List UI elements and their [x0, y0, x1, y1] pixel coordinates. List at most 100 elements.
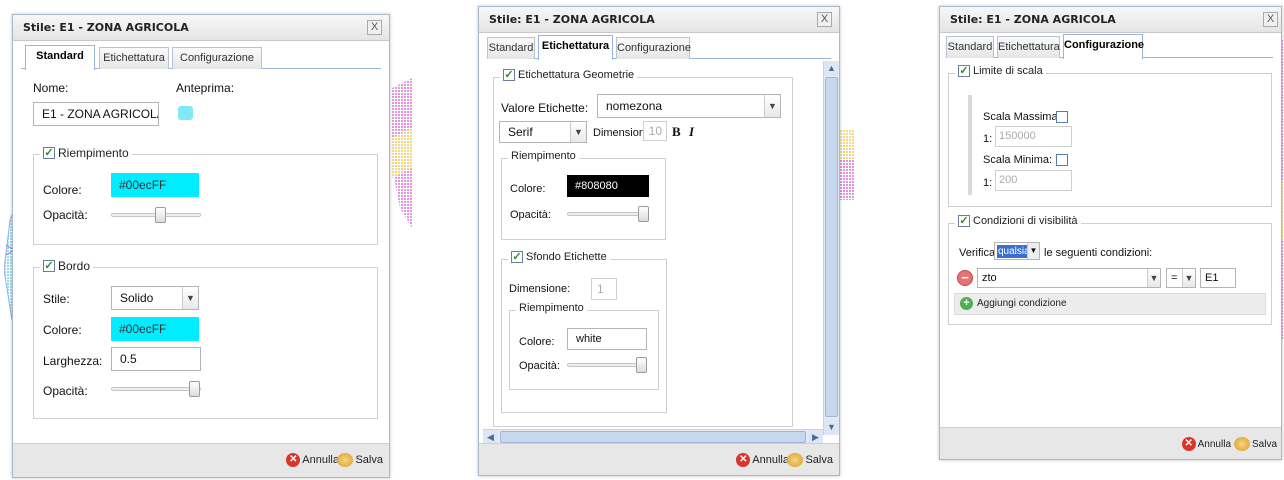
salva-button[interactable]: Salva	[1233, 437, 1277, 451]
font-select[interactable]: Serif ▼	[499, 121, 587, 143]
sfondo-opacity-slider[interactable]	[567, 357, 647, 373]
checkbox-icon[interactable]: ✓	[43, 260, 55, 272]
slider-thumb[interactable]	[638, 206, 649, 222]
dialog-titlebar: Stile: E1 - ZONA AGRICOLA X	[940, 7, 1281, 33]
slider-thumb[interactable]	[636, 357, 647, 373]
verifica-label: Verifica	[959, 247, 996, 259]
aggiungi-condizione-label: Aggiungi condizione	[977, 298, 1067, 309]
riempimento-color-field[interactable]: #00ecFF	[111, 173, 199, 197]
tab-configurazione[interactable]: Configurazione	[1063, 34, 1144, 59]
horizontal-scrollbar[interactable]: ◀ ▶	[483, 429, 823, 445]
chevron-down-icon[interactable]: ▼	[1027, 243, 1039, 259]
bordo-opacity-slider[interactable]	[111, 381, 201, 397]
condition-operator-select[interactable]: = ▼	[1166, 268, 1196, 288]
salva-button[interactable]: Salva	[787, 453, 833, 467]
tab-etichettatura[interactable]: Etichettatura	[99, 47, 169, 69]
sfondo-color-field[interactable]: white	[567, 328, 647, 350]
slider-thumb[interactable]	[189, 381, 200, 397]
tab-etichettatura[interactable]: Etichettatura	[538, 35, 613, 60]
tab-strip: Standard Etichettatura Configurazione	[21, 45, 381, 70]
stile-label: Stile:	[43, 292, 70, 306]
riempimento-legend[interactable]: ✓ Riempimento	[40, 146, 132, 160]
close-icon[interactable]: X	[817, 12, 832, 27]
verifica-select-value: qualsia	[997, 245, 1031, 258]
riempimento-opacity-slider[interactable]	[567, 206, 649, 222]
checkbox-icon[interactable]: ✓	[958, 65, 970, 77]
condizioni-legend[interactable]: ✓ Condizioni di visibilità	[955, 215, 1081, 227]
nome-label: Nome:	[33, 81, 69, 95]
italic-button[interactable]: I	[689, 124, 694, 140]
tab-configurazione[interactable]: Configurazione	[616, 37, 691, 59]
limite-scala-legend[interactable]: ✓ Limite di scala	[955, 65, 1046, 77]
bordo-color-field[interactable]: #00ecFF	[111, 317, 199, 341]
tab-standard[interactable]: Standard	[25, 45, 95, 70]
larghezza-label: Larghezza:	[43, 354, 103, 368]
sfondo-dimensione-input[interactable]: 1	[591, 278, 617, 300]
dialog-title: Stile: E1 - ZONA AGRICOLA	[23, 21, 189, 34]
style-dialog-etichettatura: Stile: E1 - ZONA AGRICOLA X Standard Eti…	[478, 6, 840, 476]
dialog-footer: ✕ Annulla Salva	[940, 427, 1281, 459]
condition-field-select[interactable]: zto ▼	[977, 268, 1161, 288]
slider-track	[567, 363, 647, 367]
scala-minima-input[interactable]: 200	[995, 170, 1072, 191]
aggiungi-condizione-button[interactable]: + Aggiungi condizione	[960, 297, 1067, 310]
remove-condition-icon[interactable]: −	[957, 270, 973, 286]
annulla-button[interactable]: ✕ Annulla	[736, 453, 789, 467]
nome-input[interactable]: E1 - ZONA AGRICOLA	[33, 102, 159, 126]
stile-select-value: Solido	[120, 291, 154, 305]
tab-standard[interactable]: Standard	[487, 37, 535, 59]
tab-etichettatura[interactable]: Etichettatura	[997, 36, 1060, 58]
sfondo-etichette-legend-text: Sfondo Etichette	[526, 251, 607, 263]
salva-label: Salva	[1251, 438, 1277, 450]
scala-massima-prefix: 1:	[983, 133, 993, 145]
scala-minima-checkbox[interactable]	[1056, 154, 1068, 166]
verifica-select[interactable]: qualsia ▼	[994, 242, 1040, 260]
bordo-legend[interactable]: ✓ Bordo	[40, 259, 94, 273]
annulla-button[interactable]: ✕ Annulla	[1181, 437, 1231, 451]
close-icon[interactable]: X	[1263, 12, 1278, 27]
chevron-down-icon[interactable]: ▼	[1182, 269, 1195, 287]
stile-select[interactable]: Solido ▼	[111, 286, 199, 310]
tab-strip: Standard Etichettatura Configurazione	[487, 35, 831, 60]
bold-button[interactable]: B	[672, 124, 681, 140]
colore-label: Colore:	[43, 183, 82, 197]
salva-label: Salva	[355, 454, 383, 466]
annulla-button[interactable]: ✕ Annulla	[286, 453, 339, 467]
salva-button[interactable]: Salva	[337, 453, 383, 467]
vertical-scrollbar[interactable]: ▲ ▼	[823, 61, 839, 435]
larghezza-input[interactable]: 0.5	[111, 347, 201, 371]
dialog-titlebar: Stile: E1 - ZONA AGRICOLA X	[13, 15, 389, 41]
anteprima-label: Anteprima:	[176, 81, 235, 95]
close-icon[interactable]: X	[367, 20, 382, 35]
chevron-down-icon[interactable]: ▼	[182, 287, 198, 309]
scala-massima-input[interactable]: 150000	[995, 126, 1072, 147]
hscroll-thumb[interactable]	[500, 431, 806, 443]
checkbox-icon[interactable]: ✓	[511, 251, 523, 263]
riempimento-legend-text: Riempimento	[58, 146, 129, 160]
tab-configurazione[interactable]: Configurazione	[172, 47, 262, 69]
condizioni-legend-text: Condizioni di visibilità	[973, 215, 1078, 227]
chevron-down-icon[interactable]: ▼	[570, 122, 586, 142]
checkbox-icon[interactable]: ✓	[958, 215, 970, 227]
scala-massima-checkbox[interactable]	[1056, 111, 1068, 123]
riempimento-opacity-slider[interactable]	[111, 207, 201, 223]
scroll-up-icon[interactable]: ▲	[824, 61, 839, 76]
cancel-icon: ✕	[286, 453, 301, 467]
sfondo-opacita-label: Opacità:	[519, 360, 560, 372]
checkbox-icon[interactable]: ✓	[43, 147, 55, 159]
scrollbar-thumb[interactable]	[825, 77, 838, 417]
tab-standard[interactable]: Standard	[946, 36, 994, 58]
chevron-down-icon[interactable]: ▼	[764, 95, 780, 117]
chevron-down-icon[interactable]: ▼	[1147, 269, 1160, 287]
slider-thumb[interactable]	[155, 207, 166, 223]
etichettatura-legend[interactable]: ✓ Etichettatura Geometrie	[500, 69, 638, 81]
sfondo-etichette-legend[interactable]: ✓ Sfondo Etichette	[508, 251, 610, 263]
riempimento-color-field[interactable]: #808080	[567, 175, 649, 197]
condition-value-input[interactable]: E1	[1200, 268, 1236, 288]
annulla-label: Annulla	[1197, 438, 1231, 450]
valore-etichette-select[interactable]: nomezona ▼	[597, 94, 781, 118]
salva-label: Salva	[805, 454, 833, 466]
scroll-down-icon[interactable]: ▼	[824, 420, 839, 435]
dimensione-input[interactable]: 10	[643, 121, 667, 141]
checkbox-icon[interactable]: ✓	[503, 69, 515, 81]
